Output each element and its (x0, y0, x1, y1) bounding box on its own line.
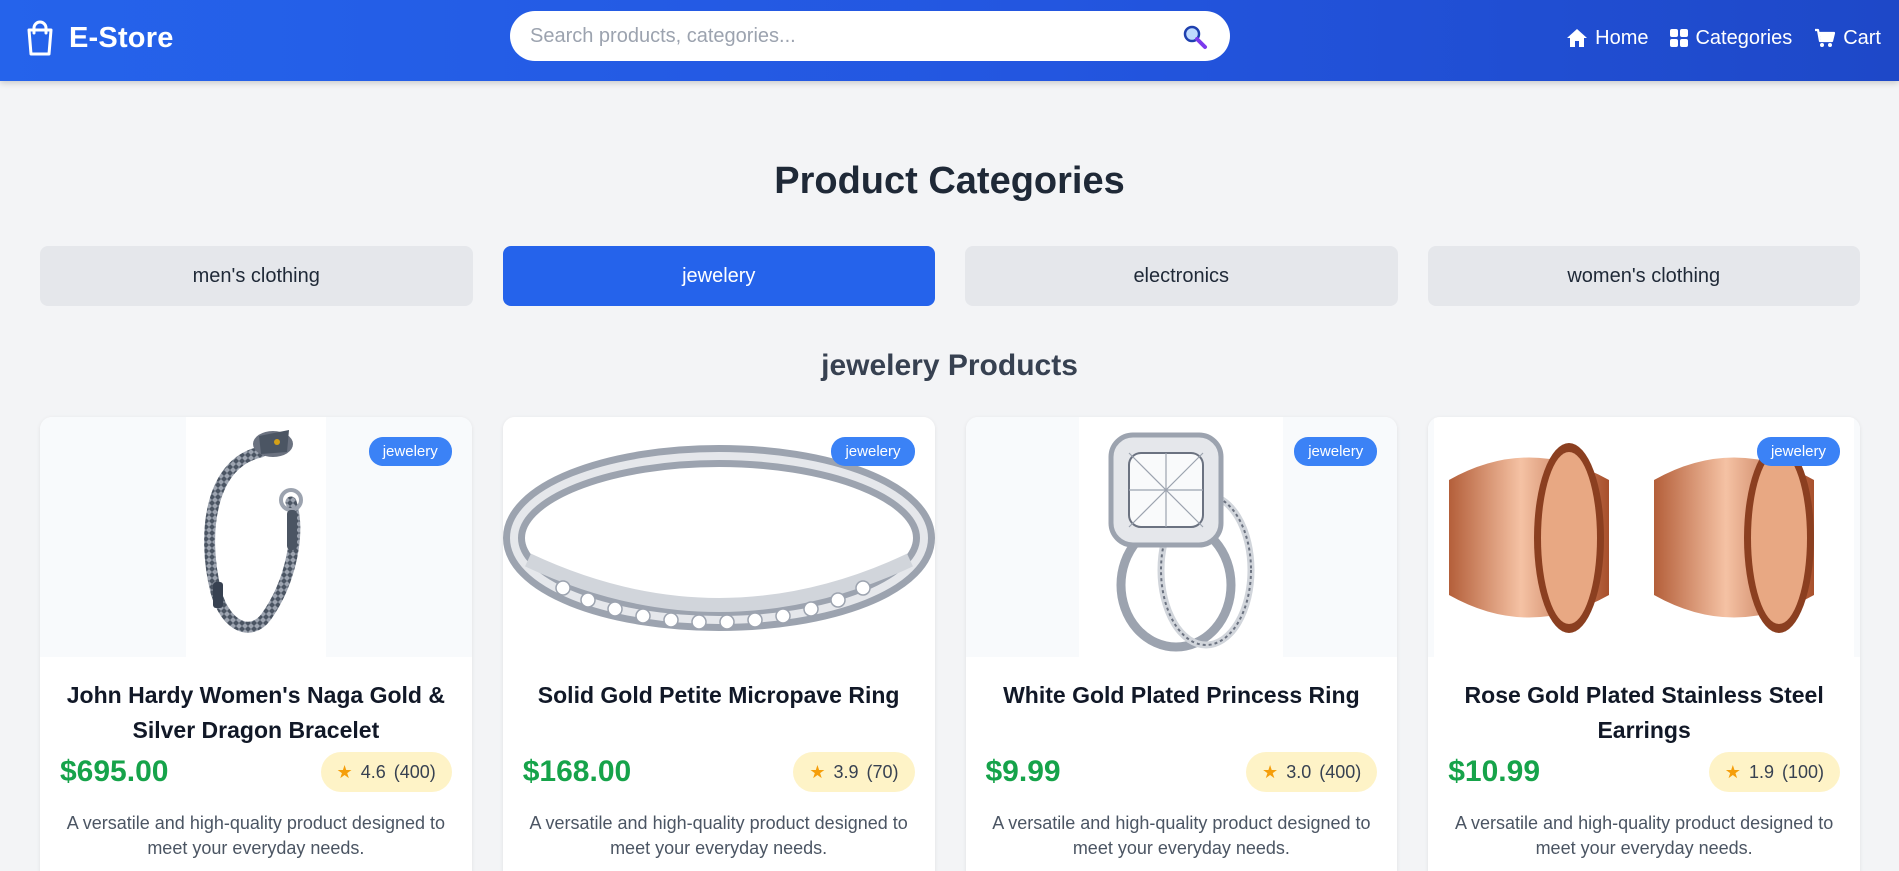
product-card[interactable]: jewelery Solid Gold Petite Micropave Rin… (502, 417, 935, 871)
nav-cart-link[interactable]: Cart (1814, 27, 1881, 50)
category-button-womens-clothing[interactable]: women's clothing (1427, 246, 1860, 306)
page-title: Product Categories (774, 160, 1125, 202)
shopping-bag-icon (25, 20, 55, 56)
product-description: A versatile and high-quality product des… (66, 813, 445, 858)
product-title[interactable]: John Hardy Women's Naga Gold & Silver Dr… (60, 657, 452, 750)
product-card[interactable]: jewelery Rose Gold Plated Stainless Stee… (1428, 417, 1860, 871)
category-badge: jewelery (368, 437, 452, 466)
nav-cart-label: Cart (1843, 26, 1881, 49)
product-image-area: jewelery (40, 417, 472, 657)
product-price: $168.00 (522, 755, 632, 788)
product-description: A versatile and high-quality product des… (1455, 813, 1834, 858)
product-card[interactable]: jewelery John Hardy Women's Naga Gold & … (40, 417, 472, 871)
princess-ring-image (1079, 417, 1284, 657)
product-image-area: jewelery (502, 417, 935, 657)
category-button-mens-clothing[interactable]: men's clothing (40, 246, 473, 306)
rating-value: 4.6 (360, 761, 386, 782)
category-button-jewelery[interactable]: jewelery (502, 246, 935, 306)
rating-badge: ★ 1.9 (100) (1708, 752, 1840, 792)
rating-value: 3.0 (1286, 761, 1312, 782)
brand-name: E-Store (69, 21, 174, 54)
product-price: $10.99 (1448, 755, 1541, 788)
header: E-Store Home (0, 0, 1899, 81)
product-card[interactable]: jewelery White Gold Plated Princess Ring… (965, 417, 1398, 871)
search-input[interactable] (530, 16, 1150, 56)
rating-count: (70) (866, 761, 899, 782)
nav-categories-label: Categories (1695, 26, 1793, 49)
product-grid: jewelery John Hardy Women's Naga Gold & … (40, 417, 1860, 871)
product-title[interactable]: Solid Gold Petite Micropave Ring (523, 657, 915, 750)
brand-logo[interactable]: E-Store (25, 18, 174, 58)
nav-categories-link[interactable]: Categories (1670, 27, 1792, 50)
product-price: $9.99 (985, 755, 1061, 788)
product-title[interactable]: Rose Gold Plated Stainless Steel Earring… (1448, 657, 1840, 750)
rating-count: (400) (393, 761, 436, 782)
category-button-electronics[interactable]: electronics (965, 246, 1398, 306)
rating-badge: ★ 3.0 (400) (1246, 752, 1378, 792)
home-icon (1566, 28, 1588, 48)
cart-icon (1814, 28, 1836, 48)
product-description: A versatile and high-quality product des… (992, 813, 1371, 858)
search-icon[interactable] (1182, 24, 1208, 50)
product-title[interactable]: White Gold Plated Princess Ring (986, 657, 1378, 750)
product-image-area: jewelery (1428, 417, 1860, 657)
rating-value: 3.9 (833, 761, 859, 782)
rating-badge: ★ 4.6 (400) (320, 752, 452, 792)
search-bar (510, 11, 1230, 61)
category-tabs: men's clothing jewelery electronics wome… (40, 246, 1860, 306)
star-icon: ★ (809, 761, 826, 782)
product-description: A versatile and high-quality product des… (529, 813, 908, 858)
nav-home-label: Home (1595, 26, 1649, 49)
star-icon: ★ (1724, 761, 1741, 782)
product-price: $695.00 (60, 755, 169, 788)
rating-count: (100) (1781, 761, 1824, 782)
rating-value: 1.9 (1748, 761, 1774, 782)
star-icon: ★ (1262, 761, 1279, 782)
section-title: jewelery Products (821, 349, 1078, 382)
category-badge: jewelery (831, 437, 915, 466)
nav-home-link[interactable]: Home (1566, 27, 1648, 50)
rating-badge: ★ 3.9 (70) (793, 752, 915, 792)
product-image-area: jewelery (965, 417, 1398, 657)
bracelet-image (185, 417, 326, 657)
main-nav: Home Categories Cart (1566, 22, 1881, 54)
category-badge: jewelery (1294, 437, 1378, 466)
star-icon: ★ (336, 761, 353, 782)
category-badge: jewelery (1756, 437, 1840, 466)
rating-count: (400) (1319, 761, 1362, 782)
grid-icon (1670, 29, 1689, 47)
